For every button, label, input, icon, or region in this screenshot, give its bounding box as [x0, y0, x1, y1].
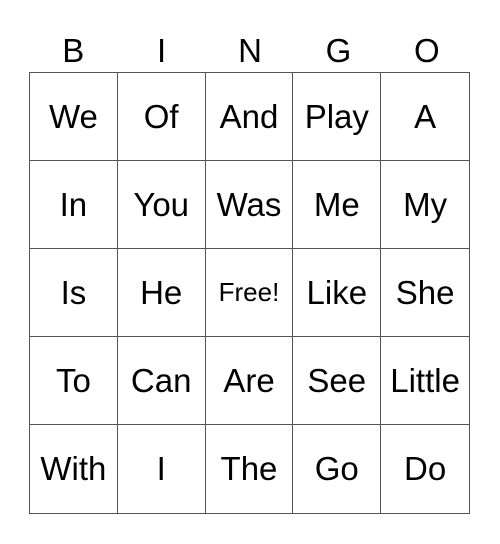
header-letter-b: B — [62, 32, 85, 69]
bingo-cell: Of — [117, 73, 206, 161]
bingo-cell: Me — [293, 161, 382, 249]
bingo-cell: Go — [293, 425, 382, 513]
bingo-cell: With — [30, 425, 118, 513]
bingo-cell: We — [30, 73, 118, 161]
bingo-cell: The — [206, 425, 294, 513]
bingo-cell: Was — [205, 161, 294, 249]
bingo-cell: I — [118, 425, 206, 513]
header-letter-i: I — [157, 32, 167, 69]
free-space-cell: Free! — [205, 249, 294, 337]
bingo-cell: You — [117, 161, 206, 249]
bingo-cell: Play — [293, 73, 382, 161]
bingo-cell: Little — [381, 337, 469, 425]
bingo-cell: Do — [404, 450, 447, 487]
bingo-card-grid: We Of And Play A In You Was Me My Is He Free! Like She… — [29, 72, 470, 514]
bingo-cell: She — [381, 249, 469, 337]
bingo-cell: He — [117, 249, 206, 337]
bingo-cell: Can — [117, 337, 206, 425]
header-letter-o: O — [413, 32, 440, 69]
header-letter-g: G — [325, 32, 352, 69]
bingo-cell: To — [30, 337, 118, 425]
bingo-cell: Is — [30, 249, 118, 337]
bingo-cell: In — [30, 161, 118, 249]
bingo-cell: A — [381, 73, 469, 161]
bingo-cell: See — [293, 337, 382, 425]
bingo-cell: And — [205, 73, 294, 161]
bingo-header: B I N G O — [29, 30, 471, 72]
bingo-cell: Are — [205, 337, 294, 425]
header-letter-n: N — [238, 32, 262, 69]
bingo-cell: My — [381, 161, 469, 249]
bingo-cell: Like — [293, 249, 382, 337]
